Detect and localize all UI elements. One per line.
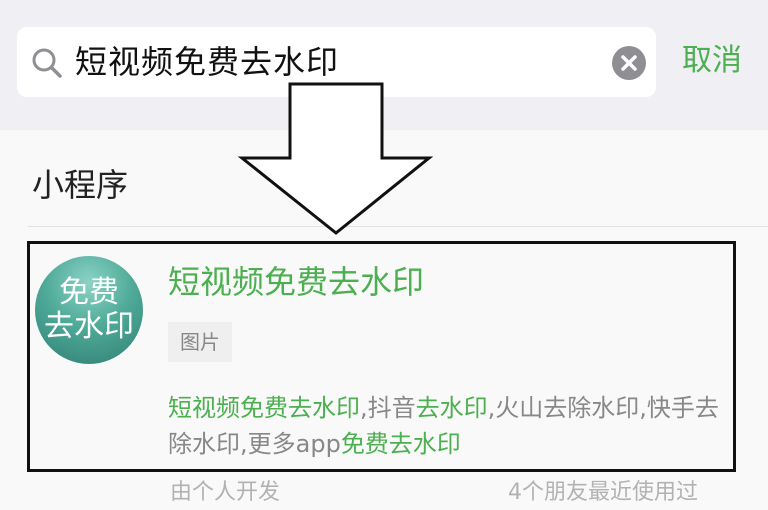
avatar-text-line1: 免费 — [59, 275, 119, 310]
description-segment: ,抖音 — [360, 394, 416, 422]
cancel-button[interactable]: 取消 — [682, 38, 742, 84]
description-segment: 免费去水印 — [340, 430, 461, 458]
down-arrow-icon — [238, 82, 433, 235]
developer-label: 由个人开发 — [170, 480, 281, 505]
description-segment: 短视频免费去水印 — [168, 394, 360, 422]
app-avatar: 免费 去水印 — [35, 256, 143, 364]
mini-program-result[interactable]: 免费 去水印 短视频免费去水印 图片 短视频免费去水印,抖音去水印,火山去除水印… — [27, 241, 736, 472]
category-tag: 图片 — [168, 322, 232, 362]
app-title: 短视频免费去水印 — [168, 263, 425, 301]
friends-used-label: 4个朋友最近使用过 — [508, 480, 698, 505]
section-title-mini-programs: 小程序 — [32, 166, 129, 204]
clear-search-button[interactable] — [612, 46, 646, 80]
app-description: 短视频免费去水印,抖音去水印,火山去除水印,快手去除水印,更多app免费去水印 — [168, 390, 728, 462]
search-input[interactable]: 短视频免费去水印 — [75, 35, 339, 89]
description-segment: 去水印 — [415, 394, 488, 422]
search-icon — [29, 45, 65, 81]
avatar-text-line2: 去水印 — [44, 309, 134, 344]
clear-icon — [621, 55, 637, 71]
